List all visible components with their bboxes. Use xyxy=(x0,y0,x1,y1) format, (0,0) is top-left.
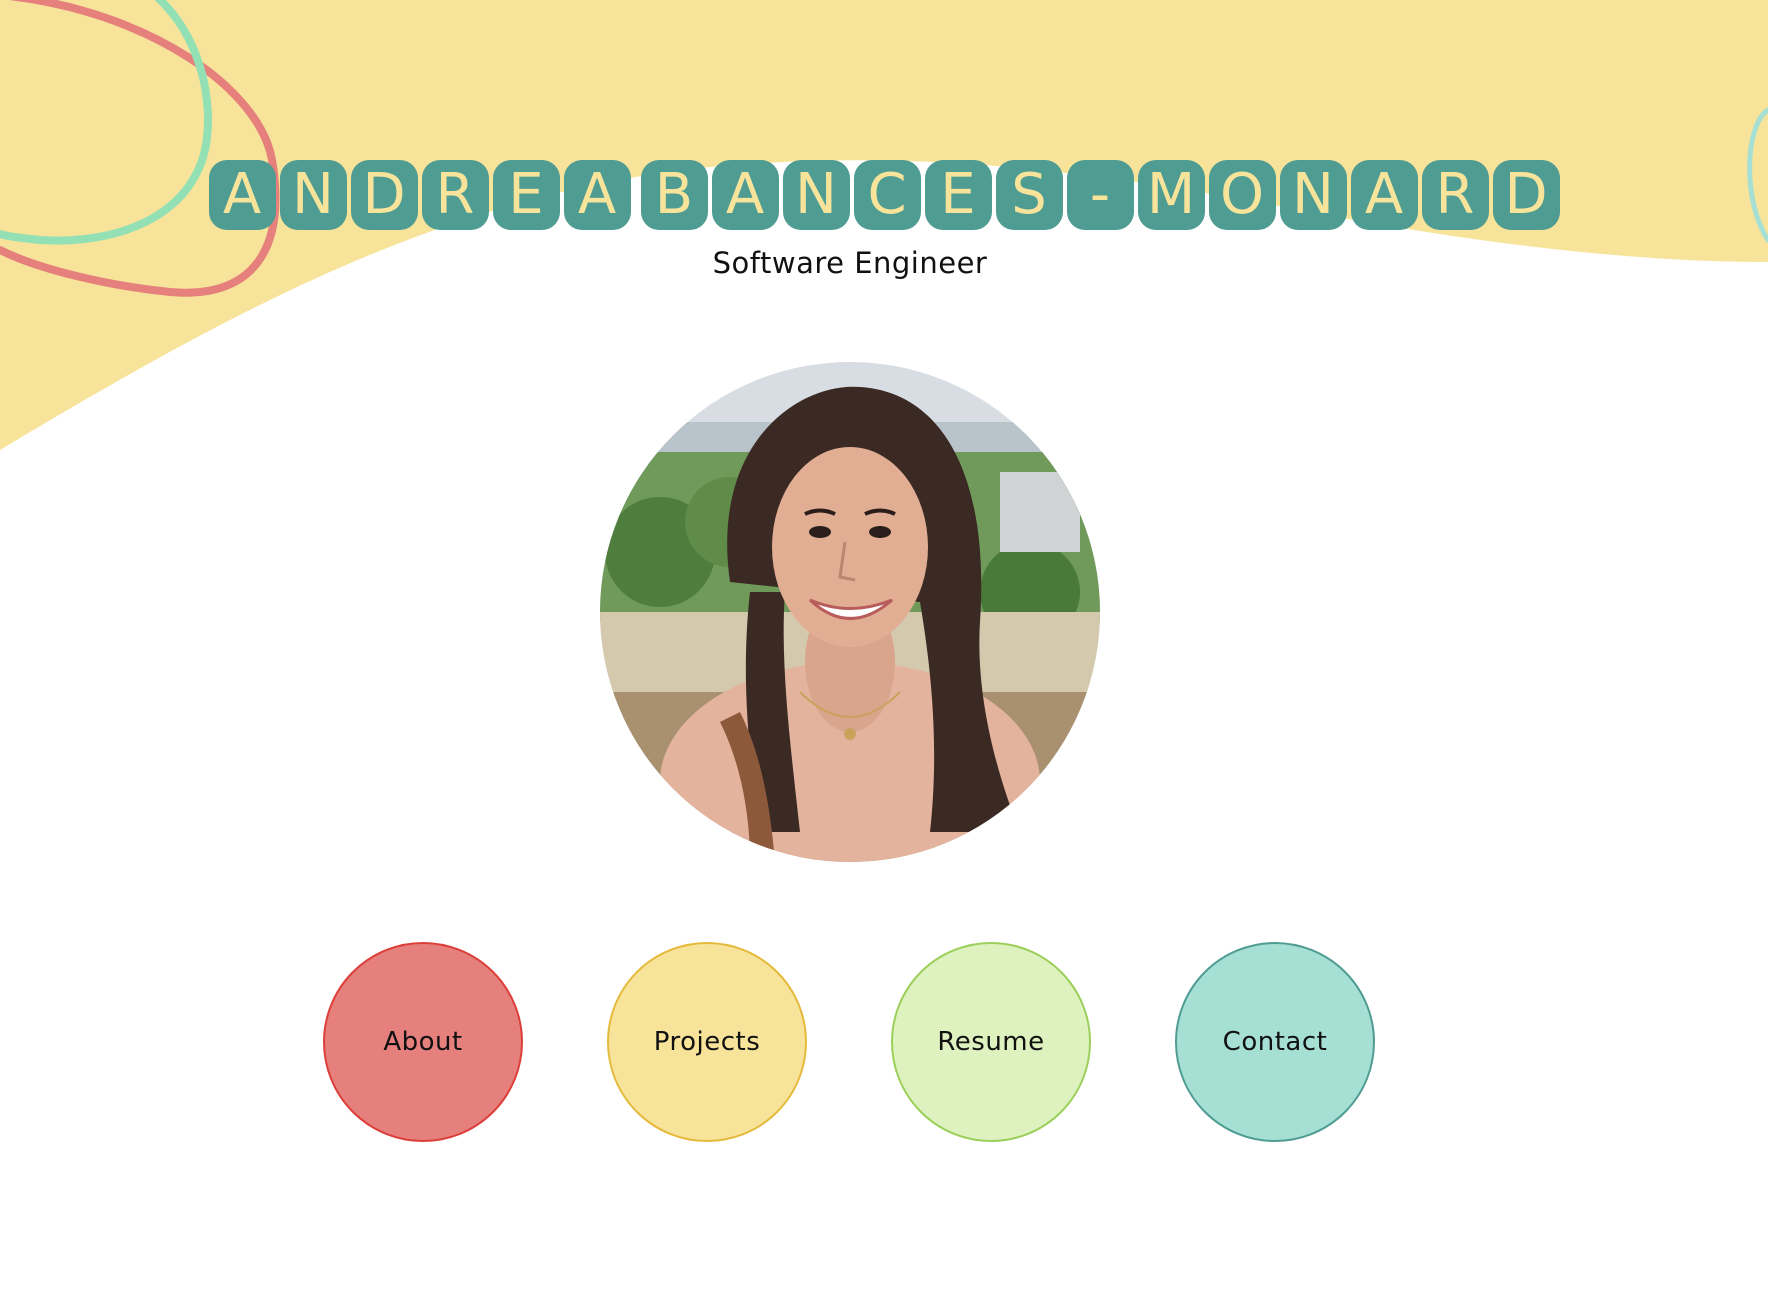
page-subtitle: Software Engineer xyxy=(712,246,988,280)
projects-button-label: Projects xyxy=(653,1027,761,1057)
page: ANDREABANCES-MONARD Software Engineer Ab… xyxy=(0,0,1768,1310)
title-letter-tile: D xyxy=(1492,160,1560,230)
contact-button-label: Contact xyxy=(1222,1027,1328,1057)
title-letter-tile: E xyxy=(924,160,992,230)
title-letter-tile: O xyxy=(1208,160,1276,230)
title-letter-tile: N xyxy=(1279,160,1347,230)
profile-photo xyxy=(600,362,1100,862)
profile-photo-illustration xyxy=(600,362,1100,862)
title-word: BANCES-MONARD xyxy=(640,160,1560,230)
title-letter-tile: D xyxy=(350,160,418,230)
title-letter-tile: R xyxy=(1421,160,1489,230)
title-letter-tile: B xyxy=(640,160,708,230)
contact-button[interactable]: Contact xyxy=(1175,942,1375,1142)
projects-button[interactable]: Projects xyxy=(607,942,807,1142)
title-letter-tile: M xyxy=(1137,160,1205,230)
about-button[interactable]: About xyxy=(323,942,523,1142)
title-letter-tile: N xyxy=(279,160,347,230)
title-letter-tile: E xyxy=(492,160,560,230)
title-letter-tile: A xyxy=(208,160,276,230)
title-letter-tile: A xyxy=(711,160,779,230)
title-letter-tile: A xyxy=(1350,160,1418,230)
resume-button[interactable]: Resume xyxy=(891,942,1091,1142)
title-letter-tile: R xyxy=(421,160,489,230)
title-word: ANDREA xyxy=(208,160,631,230)
about-button-label: About xyxy=(383,1027,463,1057)
main-navigation: About Projects Resume Contact xyxy=(0,942,1768,1146)
page-title: ANDREABANCES-MONARD xyxy=(0,160,1768,230)
title-letter-tile: - xyxy=(1066,160,1134,230)
title-letter-tile: C xyxy=(853,160,921,230)
title-letter-tile: S xyxy=(995,160,1063,230)
resume-button-label: Resume xyxy=(937,1027,1045,1057)
title-letter-tile: A xyxy=(563,160,631,230)
title-letter-tile: N xyxy=(782,160,850,230)
